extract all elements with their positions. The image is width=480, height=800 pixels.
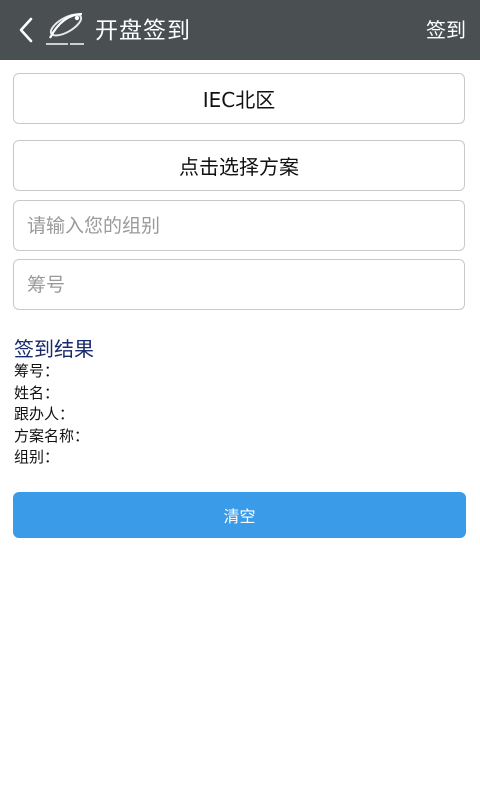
- number-input[interactable]: [14, 260, 464, 309]
- result-name-label: 姓名：: [14, 383, 60, 402]
- back-button[interactable]: [14, 12, 38, 48]
- top-bar: 开盘签到 签到: [0, 0, 480, 60]
- result-group-label: 组别：: [14, 448, 60, 466]
- result-list: 筹号： 姓名： 跟办人： 方案名称： 组别：: [14, 361, 89, 469]
- clear-button[interactable]: 清空: [13, 492, 466, 538]
- chevron-left-icon: [19, 17, 33, 43]
- result-number-label: 筹号：: [14, 362, 60, 380]
- brand-logo-icon: [40, 8, 88, 52]
- group-input[interactable]: [14, 201, 464, 250]
- clear-button-label: 清空: [223, 507, 256, 526]
- result-follower-label: 跟办人：: [14, 405, 75, 423]
- result-section-title: 签到结果: [14, 337, 94, 361]
- group-field-container: [13, 200, 465, 251]
- checkin-action-button[interactable]: 签到: [426, 0, 466, 60]
- region-value: IEC北区: [202, 88, 276, 112]
- plan-selector-button[interactable]: 点击选择方案: [13, 140, 465, 191]
- number-field-container: [13, 259, 465, 310]
- region-selector[interactable]: IEC北区: [13, 73, 465, 124]
- page-title: 开盘签到: [95, 18, 191, 44]
- plan-selector-label: 点击选择方案: [179, 155, 299, 179]
- result-plan-name-label: 方案名称：: [14, 426, 90, 445]
